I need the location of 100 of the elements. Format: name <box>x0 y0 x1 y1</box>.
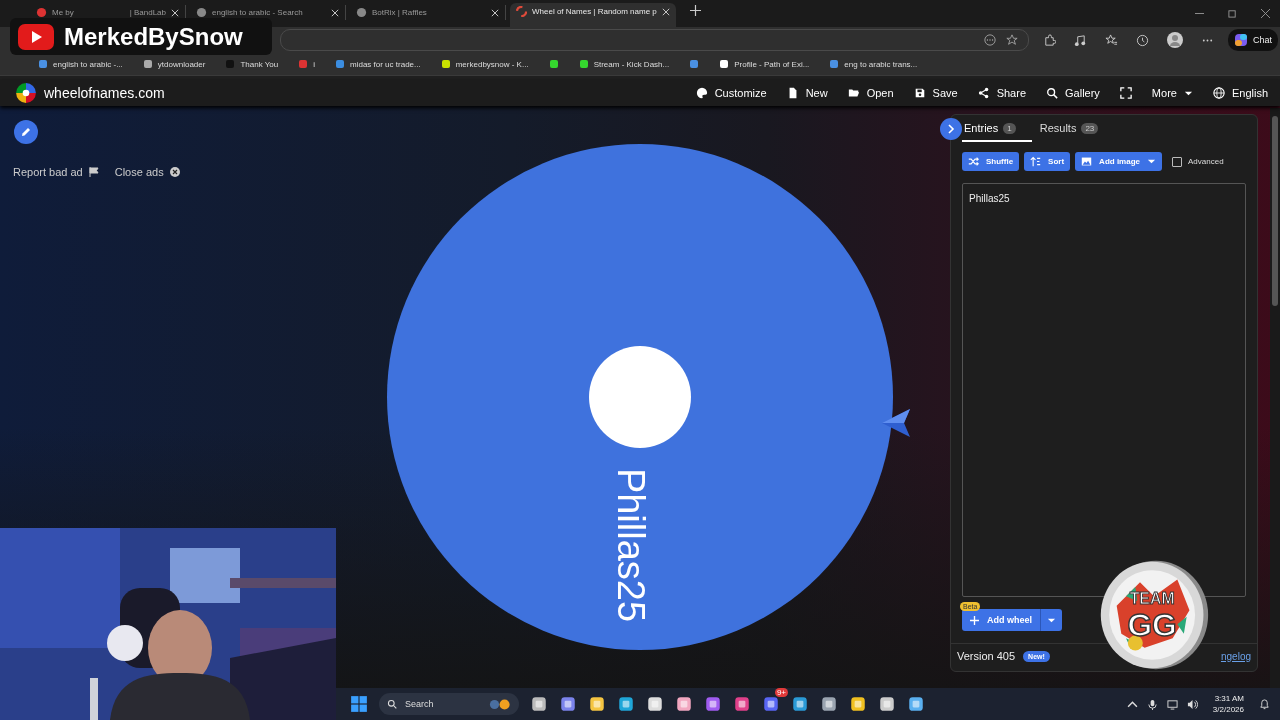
chat-button[interactable]: Chat <box>1228 29 1278 51</box>
bookmark-favicon-icon <box>38 59 48 69</box>
bookmark-favicon-icon[interactable] <box>689 59 700 69</box>
count-badge: 23 <box>1081 122 1099 134</box>
windows-icon[interactable] <box>350 695 368 713</box>
history-icon[interactable] <box>1136 33 1149 47</box>
bookmark-link[interactable]: Profile - Path of Exi... <box>719 59 810 69</box>
bookmark-link[interactable]: i <box>298 59 315 69</box>
wheel-logo-icon[interactable] <box>15 82 37 104</box>
address-field[interactable] <box>280 29 1029 51</box>
close-ads-link[interactable]: Close ads <box>114 166 180 178</box>
tool-button[interactable]: Add image <box>1075 152 1162 171</box>
bookmark-link[interactable]: eng to arabic trans... <box>829 59 918 69</box>
bookmark-link[interactable]: merkedbysnow - K... <box>440 59 529 69</box>
music-icon[interactable] <box>1074 33 1087 47</box>
close-icon[interactable] <box>491 8 499 17</box>
play-logo-icon <box>18 23 54 50</box>
bookmark-link[interactable]: english to arabic -... <box>38 59 123 69</box>
panel-tab[interactable]: Entries 1 <box>962 116 1032 142</box>
nav-button[interactable]: Open <box>847 85 894 101</box>
tool-button[interactable]: Sort <box>1024 152 1071 171</box>
nav-button[interactable]: Save <box>913 85 958 101</box>
language-button[interactable]: English <box>1212 85 1268 101</box>
bookmark-favicon-icon <box>142 59 153 69</box>
bookmark-favicon-icon <box>335 59 345 69</box>
site-name[interactable]: wheelofnames.com <box>44 85 165 101</box>
bookmark-link[interactable]: Thank You <box>225 59 279 69</box>
panel-tab[interactable]: Results 23 <box>1037 116 1115 142</box>
search-icon <box>387 699 397 709</box>
search-icon <box>1046 87 1058 99</box>
advanced-checkbox[interactable]: Advanced <box>1172 156 1224 167</box>
nav-button[interactable]: New <box>786 85 828 101</box>
pencil-icon <box>20 126 32 138</box>
favicon-icon <box>36 7 47 18</box>
more-options-icon[interactable] <box>984 34 996 46</box>
bookmark-favicon-icon <box>298 59 309 69</box>
globe-icon <box>1212 87 1225 99</box>
microphone-icon[interactable] <box>1146 698 1158 710</box>
new-tab-icon[interactable] <box>690 5 701 16</box>
version-label: Version 405 <box>957 650 1016 662</box>
close-icon[interactable] <box>1261 9 1270 18</box>
wheel-hub[interactable] <box>589 346 691 448</box>
dropdown-button[interactable] <box>1040 609 1062 631</box>
chevron-right-icon <box>946 124 956 134</box>
nav-button[interactable]: Share <box>977 85 1026 101</box>
chevron-up-icon[interactable] <box>1126 698 1138 710</box>
scrollbar-thumb[interactable] <box>1272 116 1278 306</box>
checkbox[interactable] <box>1172 156 1182 167</box>
expand-button[interactable] <box>940 118 962 140</box>
monitor-icon[interactable] <box>1166 698 1178 710</box>
flag-icon <box>88 167 99 177</box>
nav-button[interactable]: Gallery <box>1046 85 1100 101</box>
more-menu-button[interactable]: More <box>1151 85 1193 101</box>
sort-icon <box>1030 156 1042 167</box>
edit-button[interactable] <box>14 120 38 144</box>
bookmark-link[interactable]: midas for uc trade... <box>335 59 421 69</box>
changelog-link[interactable]: ngelog <box>1220 650 1251 662</box>
bookmark-favicon-icon <box>440 59 451 69</box>
close-icon[interactable] <box>662 7 670 16</box>
shuffle-icon <box>968 156 979 167</box>
star-icon[interactable] <box>1006 34 1018 46</box>
palette-icon <box>695 87 708 99</box>
plus-icon <box>970 615 979 625</box>
image-icon <box>1081 156 1093 167</box>
bookmark-favicon-icon <box>578 59 589 69</box>
close-icon[interactable] <box>171 8 179 17</box>
browser-tab[interactable]: BotRix | Raffles <box>350 5 506 20</box>
spinning-wheel[interactable]: Phillas25 <box>380 137 900 657</box>
coin-letters: GG <box>1127 606 1177 643</box>
fullscreen-icon[interactable] <box>1119 87 1132 99</box>
restore-icon[interactable] <box>1228 9 1237 18</box>
count-badge: 1 <box>1003 122 1016 134</box>
taskbar-clock[interactable]: 3:31 AM 3/2/2026 <box>1212 693 1244 715</box>
browser-tab[interactable]: Wheel of Names | Random name p <box>510 3 676 27</box>
notification-badge: 9+ <box>774 688 788 697</box>
speaker-icon[interactable] <box>1186 698 1198 710</box>
bookmark-favicon-icon <box>719 59 730 69</box>
avatar-icon[interactable] <box>1167 32 1183 48</box>
nav-button[interactable]: Customize <box>695 85 767 101</box>
favicon-icon <box>516 6 527 17</box>
close-icon[interactable] <box>331 8 339 17</box>
caret-icon <box>1147 157 1156 166</box>
share-icon <box>977 87 990 99</box>
tool-button[interactable]: Shuffle <box>962 152 1020 171</box>
add-wheel-button[interactable]: Add wheel <box>962 609 1040 631</box>
favorites-icon[interactable] <box>1105 33 1118 47</box>
favicon-icon <box>196 7 207 18</box>
puzzle-icon[interactable] <box>1043 33 1056 47</box>
bookmark-link[interactable]: ytdownloader <box>142 59 206 69</box>
bookmark-link[interactable]: Stream - Kick Dash... <box>578 59 670 69</box>
report-ad-link[interactable]: Report bad ad <box>13 166 99 178</box>
channel-name: MerkedBySnow <box>64 22 243 51</box>
save-icon <box>913 87 926 99</box>
taskbar-search[interactable]: Search <box>379 693 519 715</box>
bell-icon[interactable] <box>1259 698 1270 710</box>
bookmark-favicon-icon <box>225 59 236 69</box>
bookmark-favicon-icon <box>829 59 840 69</box>
bookmark-favicon-icon[interactable] <box>548 59 559 69</box>
close-icon <box>169 167 180 177</box>
wheel-entry-label: Phillas25 <box>609 467 652 623</box>
